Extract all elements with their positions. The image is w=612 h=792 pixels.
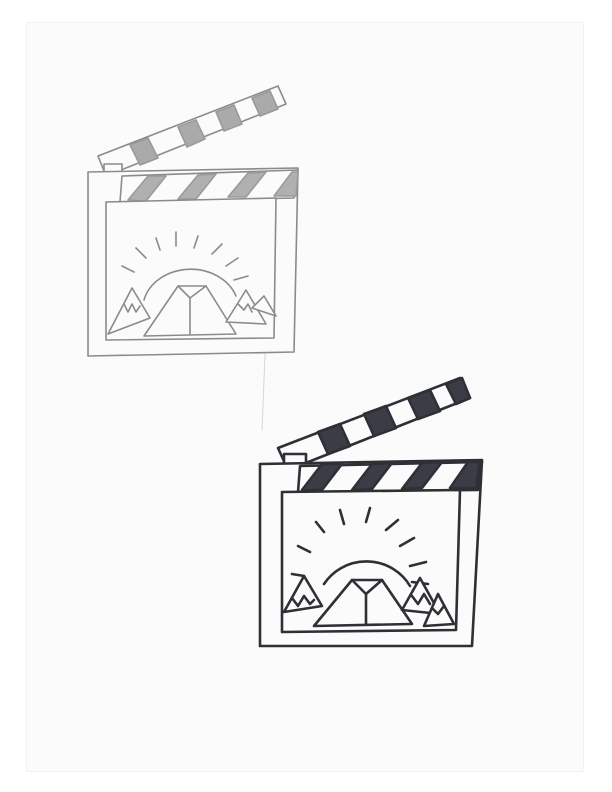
pencil-clapperboard-sketch (87, 85, 299, 357)
marker-clapperboard-drawing (258, 376, 484, 648)
scanned-page (0, 0, 612, 792)
sketch-canvas (87, 85, 484, 648)
